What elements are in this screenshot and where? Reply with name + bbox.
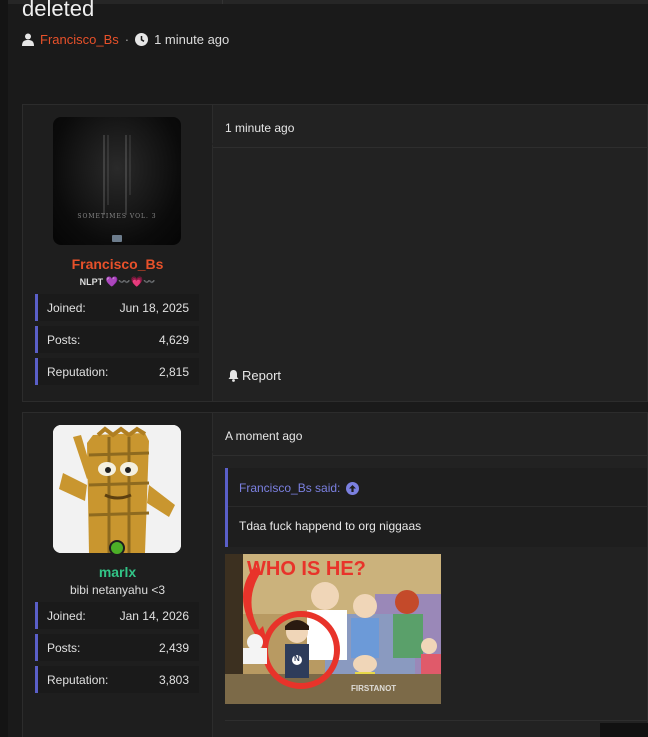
- meme-headline: WHO IS HE?: [247, 558, 366, 580]
- message-cell: 1 minute ago Report: [204, 105, 647, 401]
- stat-label: Posts:: [47, 332, 81, 347]
- stat-reputation: Reputation: 2,815: [35, 358, 199, 385]
- message-divider: [213, 455, 647, 456]
- thread-author-link[interactable]: Francisco_Bs: [40, 32, 119, 47]
- stat-joined: Joined: Jun 18, 2025: [35, 294, 199, 321]
- user-title-text: NLPT: [79, 277, 104, 287]
- post-time[interactable]: A moment ago: [225, 429, 302, 443]
- user-cell: SOMETIMES VOL. 3 Francisco_Bs NLPT 💜〰️💗〰…: [23, 105, 213, 401]
- online-status-dot: [109, 540, 125, 556]
- quote-divider: [228, 506, 647, 507]
- message-cell: A moment ago Francisco_Bs said: Tdaa fuc…: [204, 413, 647, 737]
- avatar-badge: [112, 235, 122, 242]
- post: SOMETIMES VOL. 3 Francisco_Bs NLPT 💜〰️💗〰…: [22, 104, 648, 402]
- stat-value: 3,803: [158, 672, 189, 687]
- quote-text: Tdaa fuck happend to org niggaas: [239, 519, 422, 533]
- stat-value: 4,629: [158, 332, 189, 347]
- stat-value: 2,815: [158, 364, 189, 379]
- report-button[interactable]: Report: [227, 368, 281, 383]
- stat-label: Joined:: [47, 608, 86, 623]
- quote-header[interactable]: Francisco_Bs said:: [239, 481, 360, 495]
- meta-separator: ·: [124, 32, 130, 47]
- post-time[interactable]: 1 minute ago: [225, 121, 294, 135]
- message-arrow: [204, 443, 213, 461]
- stat-reputation: Reputation: 3,803: [35, 666, 199, 693]
- attached-meme-image[interactable]: WHO IS HE? FIRSTANOT N: [225, 554, 441, 704]
- thread-meta: Francisco_Bs · 1 minute ago: [22, 32, 229, 47]
- top-strip: [8, 0, 648, 4]
- stat-joined: Joined: Jan 14, 2026: [35, 602, 199, 629]
- stat-label: Reputation:: [47, 364, 109, 379]
- user-title: bibi netanyahu <3: [69, 583, 166, 597]
- stat-value: 2,439: [158, 640, 189, 655]
- thread-time[interactable]: 1 minute ago: [154, 32, 229, 47]
- left-rail: [0, 0, 8, 737]
- message-bottom-divider: [225, 720, 647, 721]
- quote-block: Francisco_Bs said: Tdaa fuck happend to …: [225, 468, 647, 547]
- top-strip-divider: [222, 0, 223, 4]
- report-label: Report: [242, 368, 282, 383]
- meme-watermark: FIRSTANOT: [351, 684, 397, 693]
- avatar-caption: SOMETIMES VOL. 3: [77, 213, 157, 220]
- bottom-corner-block: [600, 723, 648, 737]
- stat-posts: Posts: 2,439: [35, 634, 199, 661]
- user-title: NLPT 💜〰️💗〰️: [23, 277, 212, 288]
- username-link[interactable]: Francisco_Bs: [23, 256, 212, 272]
- avatar[interactable]: SOMETIMES VOL. 3: [53, 117, 181, 245]
- avatar-character-image: [53, 425, 181, 553]
- clock-icon: [135, 33, 149, 46]
- stat-value: Jan 14, 2026: [119, 608, 189, 623]
- post: marlx bibi netanyahu <3 Joined: Jan 14, …: [22, 412, 648, 737]
- avatar[interactable]: [53, 425, 181, 553]
- stat-posts: Posts: 4,629: [35, 326, 199, 353]
- stat-label: Joined:: [47, 300, 86, 315]
- username-link[interactable]: marlx: [23, 564, 212, 580]
- arrow-up-icon[interactable]: [346, 481, 360, 495]
- stat-label: Posts:: [47, 640, 81, 655]
- message-divider: [213, 147, 647, 148]
- thread-title: deleted: [22, 0, 95, 21]
- meme-n-letter: N: [294, 654, 300, 663]
- user-icon: [22, 33, 34, 46]
- user-cell: marlx bibi netanyahu <3 Joined: Jan 14, …: [23, 413, 213, 737]
- quote-author-said[interactable]: Francisco_Bs said:: [239, 481, 340, 495]
- bell-icon: [228, 370, 239, 382]
- user-title-emoji: 💜〰️💗〰️: [105, 277, 156, 288]
- stat-value: Jun 18, 2025: [119, 300, 189, 315]
- message-arrow: [204, 135, 213, 153]
- stat-label: Reputation:: [47, 672, 109, 687]
